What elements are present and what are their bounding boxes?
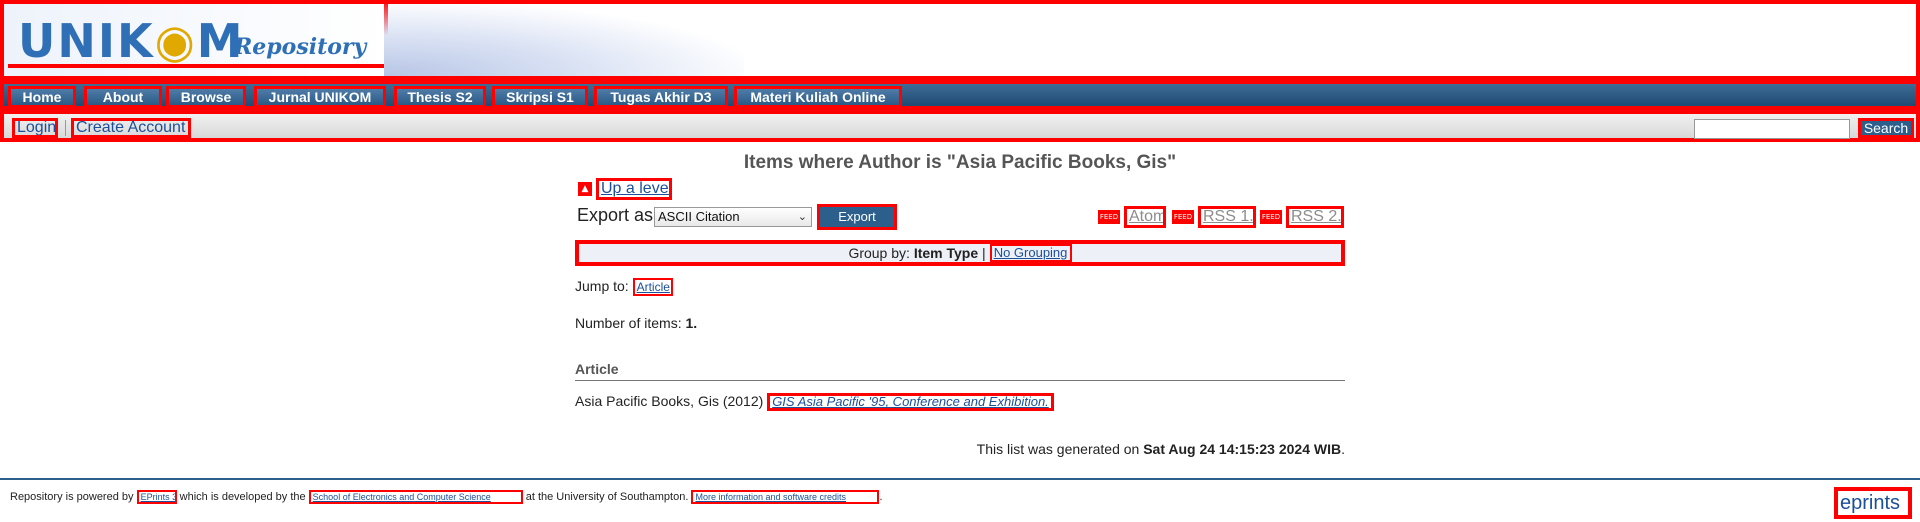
page-title: Items where Author is "Asia Pacific Book… — [743, 152, 1177, 173]
footer-text-3: at the University of Southampton. — [525, 490, 689, 503]
nav-tugas-akhir-d3[interactable]: Tugas Akhir D3 — [594, 86, 728, 108]
nav-browse[interactable]: Browse — [166, 86, 246, 108]
jump-to-label: Jump to: — [575, 278, 629, 294]
rss1-feed-link[interactable]: RSS 1.0 — [1198, 206, 1256, 228]
generated-date: Sat Aug 24 14:15:23 2024 WIB — [1143, 441, 1342, 457]
software-credits-link[interactable]: More information and software credits — [691, 490, 880, 504]
up-arrow-icon[interactable]: ▲ — [578, 182, 592, 196]
ecs-link[interactable]: School of Electronics and Computer Scien… — [308, 490, 523, 504]
number-of-items: Number of items: 1. — [575, 315, 697, 331]
search-button[interactable]: Search — [1858, 118, 1914, 138]
logo-underline — [8, 64, 384, 68]
group-by-label: Group by: — [848, 245, 910, 261]
footer-text-2: which is developed by the — [179, 490, 306, 503]
group-by-bar: Group by: Item Type | No Grouping — [575, 240, 1345, 266]
footer-divider — [0, 478, 1920, 480]
export-format-select[interactable]: ASCII Citation ⌄ — [654, 207, 812, 227]
feed-icon[interactable]: FEED — [1098, 210, 1120, 224]
site-header: UNIK◉M Repository — [0, 0, 1920, 80]
item-title-link[interactable]: GIS Asia Pacific '95, Conference and Exh… — [767, 393, 1054, 412]
export-format-value: ASCII Citation — [658, 209, 740, 224]
generated-timestamp: This list was generated on Sat Aug 24 14… — [0, 441, 1345, 457]
nav-thesis-s2[interactable]: Thesis S2 — [394, 86, 486, 108]
item-citation: Asia Pacific Books, Gis (2012) — [575, 393, 764, 409]
generated-prefix: This list was generated on — [976, 441, 1140, 457]
search-input[interactable] — [1694, 119, 1850, 139]
up-a-level-link[interactable]: Up a level — [596, 178, 672, 200]
section-heading-article: Article — [575, 361, 1345, 381]
logo-text: UNIK◉M — [18, 14, 245, 68]
footer-text-4: . — [879, 490, 883, 503]
feed-icon[interactable]: FEED — [1172, 210, 1194, 224]
login-link[interactable]: Login — [12, 118, 58, 138]
eprints-link[interactable]: EPrints 3 — [136, 490, 177, 504]
site-logo[interactable]: UNIK◉M Repository — [4, 4, 388, 76]
jump-to-article-link[interactable]: Article — [632, 278, 673, 297]
jump-to: Jump to: Article — [575, 278, 673, 297]
nav-jurnal-unikom[interactable]: Jurnal UNIKOM — [254, 86, 386, 108]
export-label: Export as — [577, 205, 654, 225]
main-nav: Home About Browse Jurnal UNIKOM Thesis S… — [0, 80, 1920, 110]
generated-suffix: . — [1341, 441, 1345, 457]
atom-feed-link[interactable]: Atom — [1124, 206, 1166, 228]
nav-materi-kuliah-online[interactable]: Materi Kuliah Online — [734, 86, 902, 108]
rss2-feed-link[interactable]: RSS 2.0 — [1286, 206, 1344, 228]
footer-text-1: Repository is powered by — [10, 490, 134, 503]
group-by-separator: | — [982, 245, 986, 261]
create-account-link[interactable]: Create Account — [71, 118, 191, 138]
user-bar: Login Create Account Search — [0, 110, 1920, 142]
export-button[interactable]: Export — [817, 204, 897, 230]
feed-icon[interactable]: FEED — [1260, 210, 1282, 224]
page: UNIK◉M Repository Home About Browse Jurn… — [0, 0, 1920, 522]
userbar-separator — [65, 120, 66, 136]
no-grouping-link[interactable]: No Grouping — [989, 244, 1072, 262]
chevron-down-icon: ⌄ — [797, 211, 807, 223]
group-by-current: Item Type — [913, 245, 979, 261]
header-swoosh-decoration — [384, 4, 744, 76]
list-item: Asia Pacific Books, Gis (2012) GIS Asia … — [575, 393, 1054, 412]
site-footer: Repository is powered by EPrints 3 which… — [10, 490, 883, 504]
nav-about[interactable]: About — [84, 86, 162, 108]
nav-home[interactable]: Home — [8, 86, 76, 108]
number-of-items-label: Number of items: — [575, 315, 682, 331]
number-of-items-value: 1. — [685, 315, 698, 331]
logo-subtitle: Repository — [234, 34, 367, 60]
eprints-logo[interactable]: eprints — [1834, 487, 1912, 519]
nav-skripsi-s1[interactable]: Skripsi S1 — [492, 86, 588, 108]
